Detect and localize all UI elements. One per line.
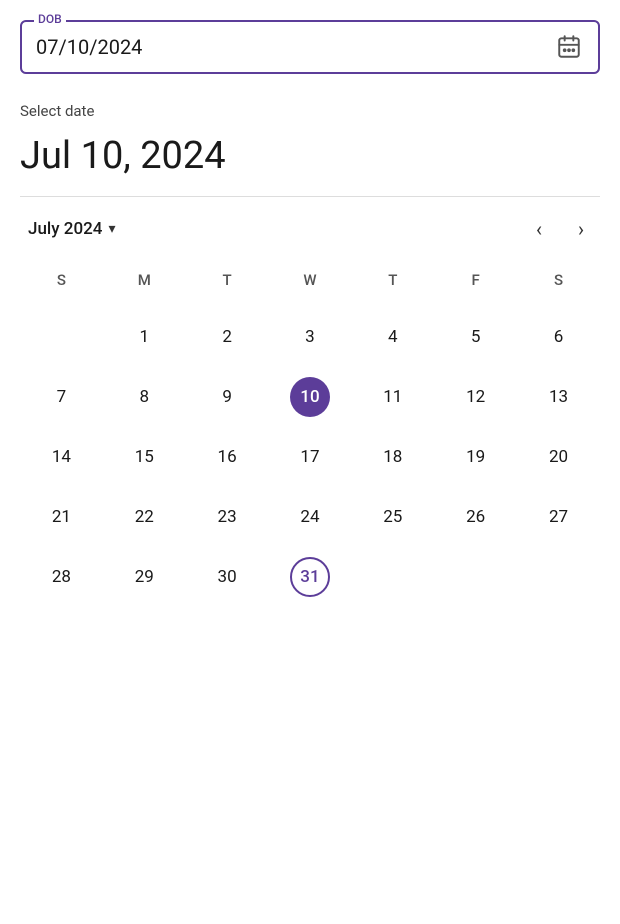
calendar-icon-button[interactable] <box>554 32 584 62</box>
calendar-week-row: 14151617181920 <box>20 427 600 487</box>
select-date-label: Select date <box>20 102 600 120</box>
calendar-week-row: 21222324252627 <box>20 487 600 547</box>
day-cell-15[interactable]: 15 <box>103 427 186 487</box>
calendar-body: 1234567891011121314151617181920212223242… <box>20 307 600 607</box>
day-cell-24[interactable]: 24 <box>269 487 352 547</box>
month-dropdown-arrow[interactable]: ▾ <box>108 221 115 237</box>
day-header-thu: T <box>351 265 434 307</box>
day-cell-10[interactable]: 10 <box>269 367 352 427</box>
day-cell-4[interactable]: 4 <box>351 307 434 367</box>
day-cell-3[interactable]: 3 <box>269 307 352 367</box>
day-cell-17[interactable]: 17 <box>269 427 352 487</box>
calendar-week-row: 123456 <box>20 307 600 367</box>
dob-field: DOB 07/10/2024 <box>20 20 600 74</box>
day-header-mon: M <box>103 265 186 307</box>
day-cell-20[interactable]: 20 <box>517 427 600 487</box>
day-cell-16[interactable]: 16 <box>186 427 269 487</box>
day-cell-9[interactable]: 9 <box>186 367 269 427</box>
day-cell-30[interactable]: 30 <box>186 547 269 607</box>
day-cell-11[interactable]: 11 <box>351 367 434 427</box>
month-nav-left: July 2024 ▾ <box>28 219 115 239</box>
month-nav-row: July 2024 ▾ ‹ › <box>20 215 600 243</box>
day-cell-6[interactable]: 6 <box>517 307 600 367</box>
next-month-button[interactable]: › <box>570 215 592 243</box>
calendar-week-row: 78910111213 <box>20 367 600 427</box>
day-cell-14[interactable]: 14 <box>20 427 103 487</box>
day-cell-13[interactable]: 13 <box>517 367 600 427</box>
day-cell-empty <box>351 547 434 607</box>
day-cell-1[interactable]: 1 <box>103 307 186 367</box>
nav-arrows: ‹ › <box>528 215 592 243</box>
day-header-fri: F <box>434 265 517 307</box>
day-cell-12[interactable]: 12 <box>434 367 517 427</box>
day-cell-2[interactable]: 2 <box>186 307 269 367</box>
day-cell-18[interactable]: 18 <box>351 427 434 487</box>
day-cell-31[interactable]: 31 <box>269 547 352 607</box>
day-header-sat: S <box>517 265 600 307</box>
day-cell-empty <box>434 547 517 607</box>
day-cell-22[interactable]: 22 <box>103 487 186 547</box>
day-cell-29[interactable]: 29 <box>103 547 186 607</box>
calendar-icon <box>556 34 582 60</box>
dob-label: DOB <box>34 12 66 26</box>
day-cell-8[interactable]: 8 <box>103 367 186 427</box>
day-headers-row: SMTWTFS <box>20 265 600 307</box>
calendar-week-row: 28293031 <box>20 547 600 607</box>
day-header-tue: T <box>186 265 269 307</box>
day-cell-27[interactable]: 27 <box>517 487 600 547</box>
prev-month-button[interactable]: ‹ <box>528 215 550 243</box>
day-cell-25[interactable]: 25 <box>351 487 434 547</box>
selected-date-display: Jul 10, 2024 <box>20 134 600 178</box>
month-year-label: July 2024 <box>28 219 102 239</box>
day-cell-empty <box>20 307 103 367</box>
day-cell-26[interactable]: 26 <box>434 487 517 547</box>
day-cell-28[interactable]: 28 <box>20 547 103 607</box>
calendar-divider <box>20 196 600 197</box>
day-cell-empty <box>517 547 600 607</box>
day-cell-23[interactable]: 23 <box>186 487 269 547</box>
day-cell-7[interactable]: 7 <box>20 367 103 427</box>
day-cell-21[interactable]: 21 <box>20 487 103 547</box>
calendar-grid: SMTWTFS 12345678910111213141516171819202… <box>20 265 600 607</box>
day-cell-5[interactable]: 5 <box>434 307 517 367</box>
day-cell-19[interactable]: 19 <box>434 427 517 487</box>
dob-value: 07/10/2024 <box>36 35 142 59</box>
day-header-wed: W <box>269 265 352 307</box>
day-header-sun: S <box>20 265 103 307</box>
